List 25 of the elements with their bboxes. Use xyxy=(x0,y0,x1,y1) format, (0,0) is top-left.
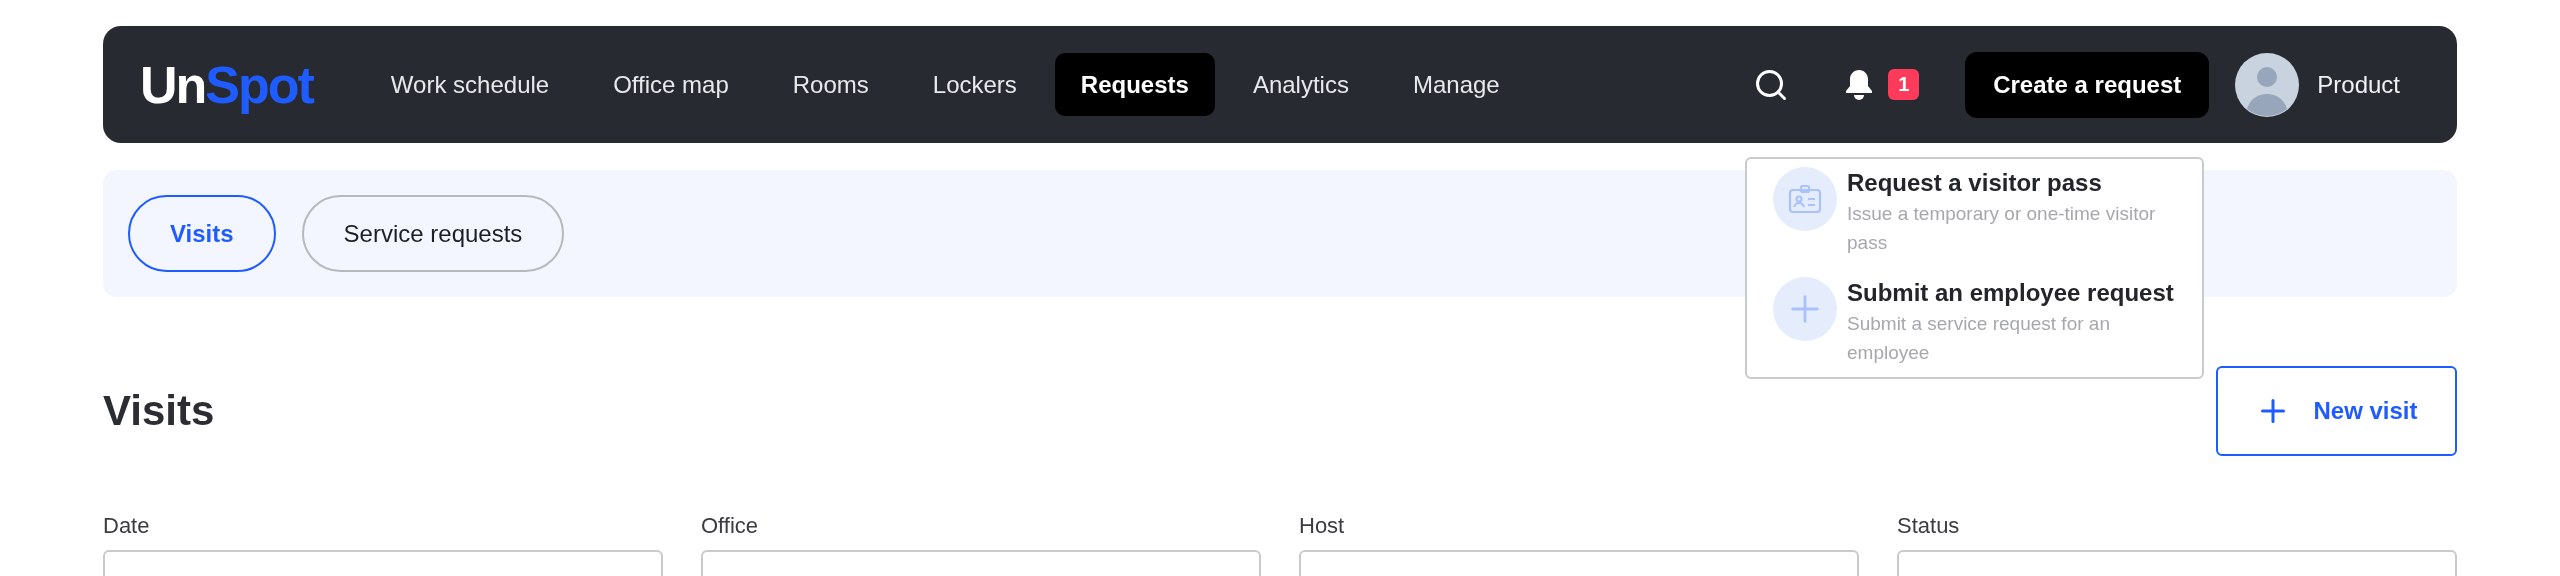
notification-count: 1 xyxy=(1888,69,1920,100)
tab[interactable]: Service requests xyxy=(301,195,565,272)
logo[interactable]: UnSpot xyxy=(140,54,313,115)
menu-item-title[interactable]: Request a visitor pass xyxy=(1847,167,2176,199)
nav-item[interactable]: Work schedule xyxy=(364,53,576,116)
avatar-icon[interactable] xyxy=(2235,52,2300,117)
nav-item[interactable]: Rooms xyxy=(766,53,895,116)
id-card-icon xyxy=(1788,184,1822,214)
menu-item-description: Issue a temporary or one-time visitor pass xyxy=(1847,202,2157,255)
nav-item[interactable]: Office map xyxy=(587,53,755,116)
nav-item[interactable]: Requests xyxy=(1054,53,1215,116)
menu-item-title[interactable]: Submit an employee request xyxy=(1847,277,2176,309)
section-title: Visits xyxy=(103,387,215,435)
filter-label: Date xyxy=(103,514,151,538)
nav-item[interactable]: Manage xyxy=(1386,53,1526,116)
user-name[interactable]: Product xyxy=(2317,70,2400,99)
filter-label: Host xyxy=(1299,514,1346,538)
new-visit-button[interactable]: New visit xyxy=(2216,366,2457,456)
tab[interactable]: Visits xyxy=(128,195,276,272)
filter-label: Office xyxy=(701,514,760,538)
create-request-button[interactable]: Create a request xyxy=(1965,51,2210,118)
menu-item-description: Submit a service request for an employee xyxy=(1847,312,2111,365)
nav-item[interactable]: Lockers xyxy=(906,53,1043,116)
filter-label: Status xyxy=(1897,514,1961,538)
nav-item[interactable]: Analytics xyxy=(1226,53,1375,116)
